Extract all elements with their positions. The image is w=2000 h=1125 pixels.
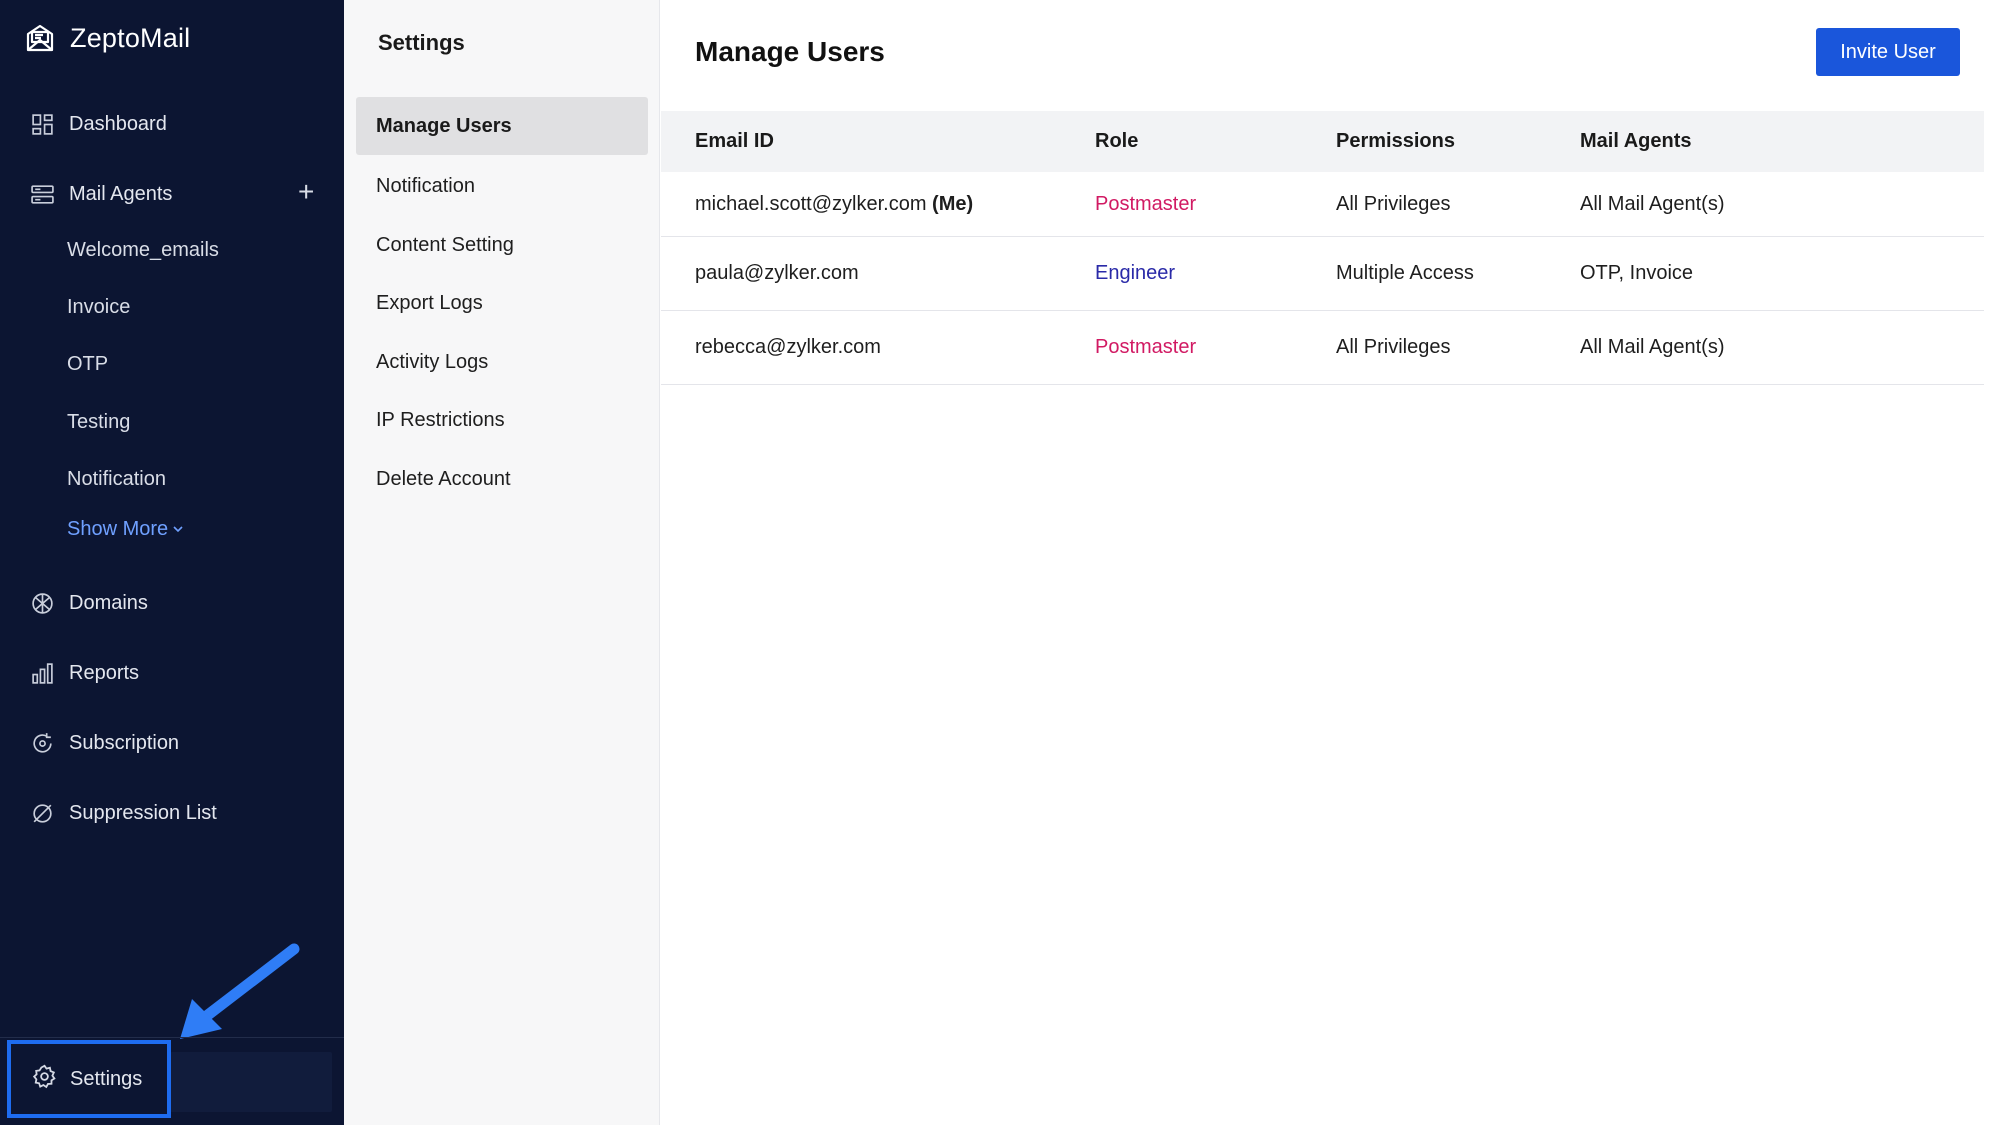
row-email: paula@zylker.com <box>695 262 859 285</box>
show-more-label: Show More <box>67 518 169 540</box>
row-email: michael.scott@zylker.com (Me) <box>695 193 973 216</box>
page-title: Manage Users <box>695 36 885 67</box>
invite-user-button[interactable]: Invite User <box>1816 28 1960 76</box>
table-row[interactable]: paula@zylker.com Engineer Multiple Acces… <box>661 237 1984 311</box>
nav-mail-agents-label: Mail Agents <box>69 182 173 205</box>
settings-menu-title: Settings <box>378 30 465 55</box>
header-mail-agents[interactable]: Mail Agents <box>1580 130 1692 153</box>
row-email: rebecca@zylker.com <box>695 336 881 359</box>
row-mail-agents: OTP, Invoice <box>1580 262 1694 284</box>
row-permissions: Multiple Access <box>1336 262 1474 284</box>
row-mail-agents: All Mail Agent(s) <box>1580 192 1725 215</box>
row-role: Postmaster <box>1095 192 1197 215</box>
row-mail-agents: All Mail Agent(s) <box>1580 336 1725 358</box>
nav-settings-label: Settings <box>70 1067 143 1090</box>
email-text: paula@zylker.com <box>695 262 859 284</box>
settings-menu: Settings Manage Users Notification Conte… <box>344 0 660 1125</box>
me-tag: (Me) <box>932 192 974 215</box>
primary-sidebar: ZeptoMail Dashboard Mail Agents + Welcom… <box>0 0 344 1125</box>
chevron-down-icon <box>172 518 184 541</box>
header-role[interactable]: Role <box>1095 130 1138 153</box>
table-header: Email ID Role Permissions Mail Agents <box>661 111 1984 172</box>
menu-delete-account[interactable]: Delete Account <box>356 450 648 508</box>
nav-domains-label: Domains <box>69 591 148 614</box>
brand[interactable]: ZeptoMail <box>22 20 190 56</box>
zeptomail-logo-icon <box>22 20 58 56</box>
mail-agent-invoice[interactable]: Invoice <box>67 296 130 319</box>
table-row[interactable]: rebecca@zylker.com Postmaster All Privil… <box>661 311 1984 385</box>
nav-suppression-list-label: Suppression List <box>69 801 217 824</box>
nav-dashboard[interactable]: Dashboard <box>30 107 167 141</box>
nav-suppression-list[interactable]: Suppression List <box>30 796 217 830</box>
add-mail-agent-icon[interactable]: + <box>298 178 314 206</box>
table-row[interactable]: michael.scott@zylker.com (Me) Postmaster… <box>661 172 1984 237</box>
dashboard-icon <box>30 112 55 137</box>
show-more-link[interactable]: Show More <box>67 518 184 541</box>
menu-ip-restrictions[interactable]: IP Restrictions <box>356 391 648 449</box>
nav-settings[interactable]: Settings <box>7 1040 171 1118</box>
menu-export-logs[interactable]: Export Logs <box>356 274 648 332</box>
email-text: rebecca@zylker.com <box>695 336 881 358</box>
menu-notification[interactable]: Notification <box>356 157 648 215</box>
row-permissions: All Privileges <box>1336 336 1451 358</box>
main-content: Manage Users Invite User Email ID Role P… <box>661 0 2000 1125</box>
nav-mail-agents[interactable]: Mail Agents <box>30 177 172 211</box>
gear-icon <box>31 1063 58 1096</box>
mail-agent-testing[interactable]: Testing <box>67 411 130 434</box>
nav-reports-label: Reports <box>69 661 140 684</box>
nav-subscription-label: Subscription <box>69 731 180 754</box>
row-permissions: All Privileges <box>1336 192 1451 215</box>
header-email-id[interactable]: Email ID <box>695 130 774 153</box>
header-permissions[interactable]: Permissions <box>1336 130 1455 153</box>
nav-domains[interactable]: Domains <box>30 586 148 620</box>
app-name: ZeptoMail <box>70 22 191 53</box>
subscription-icon <box>30 731 55 756</box>
reports-icon <box>30 661 55 686</box>
menu-activity-logs[interactable]: Activity Logs <box>356 333 648 391</box>
nav-subscription[interactable]: Subscription <box>30 726 179 760</box>
suppression-icon <box>30 801 55 826</box>
users-table: Email ID Role Permissions Mail Agents mi… <box>661 111 1984 385</box>
mail-agents-icon <box>30 182 55 207</box>
mail-agent-otp[interactable]: OTP <box>67 353 108 376</box>
mail-agent-notification[interactable]: Notification <box>67 468 166 491</box>
sidebar-divider <box>0 1037 344 1038</box>
domains-icon <box>30 591 55 616</box>
menu-manage-users[interactable]: Manage Users <box>356 97 648 155</box>
row-role: Postmaster <box>1095 336 1197 358</box>
settings-item-background <box>170 1052 332 1112</box>
nav-reports[interactable]: Reports <box>30 656 139 690</box>
nav-dashboard-label: Dashboard <box>69 112 167 135</box>
mail-agent-welcome-emails[interactable]: Welcome_emails <box>67 239 219 262</box>
row-role: Engineer <box>1095 262 1176 284</box>
menu-content-setting[interactable]: Content Setting <box>356 216 648 274</box>
email-text: michael.scott@zylker.com <box>695 192 927 215</box>
